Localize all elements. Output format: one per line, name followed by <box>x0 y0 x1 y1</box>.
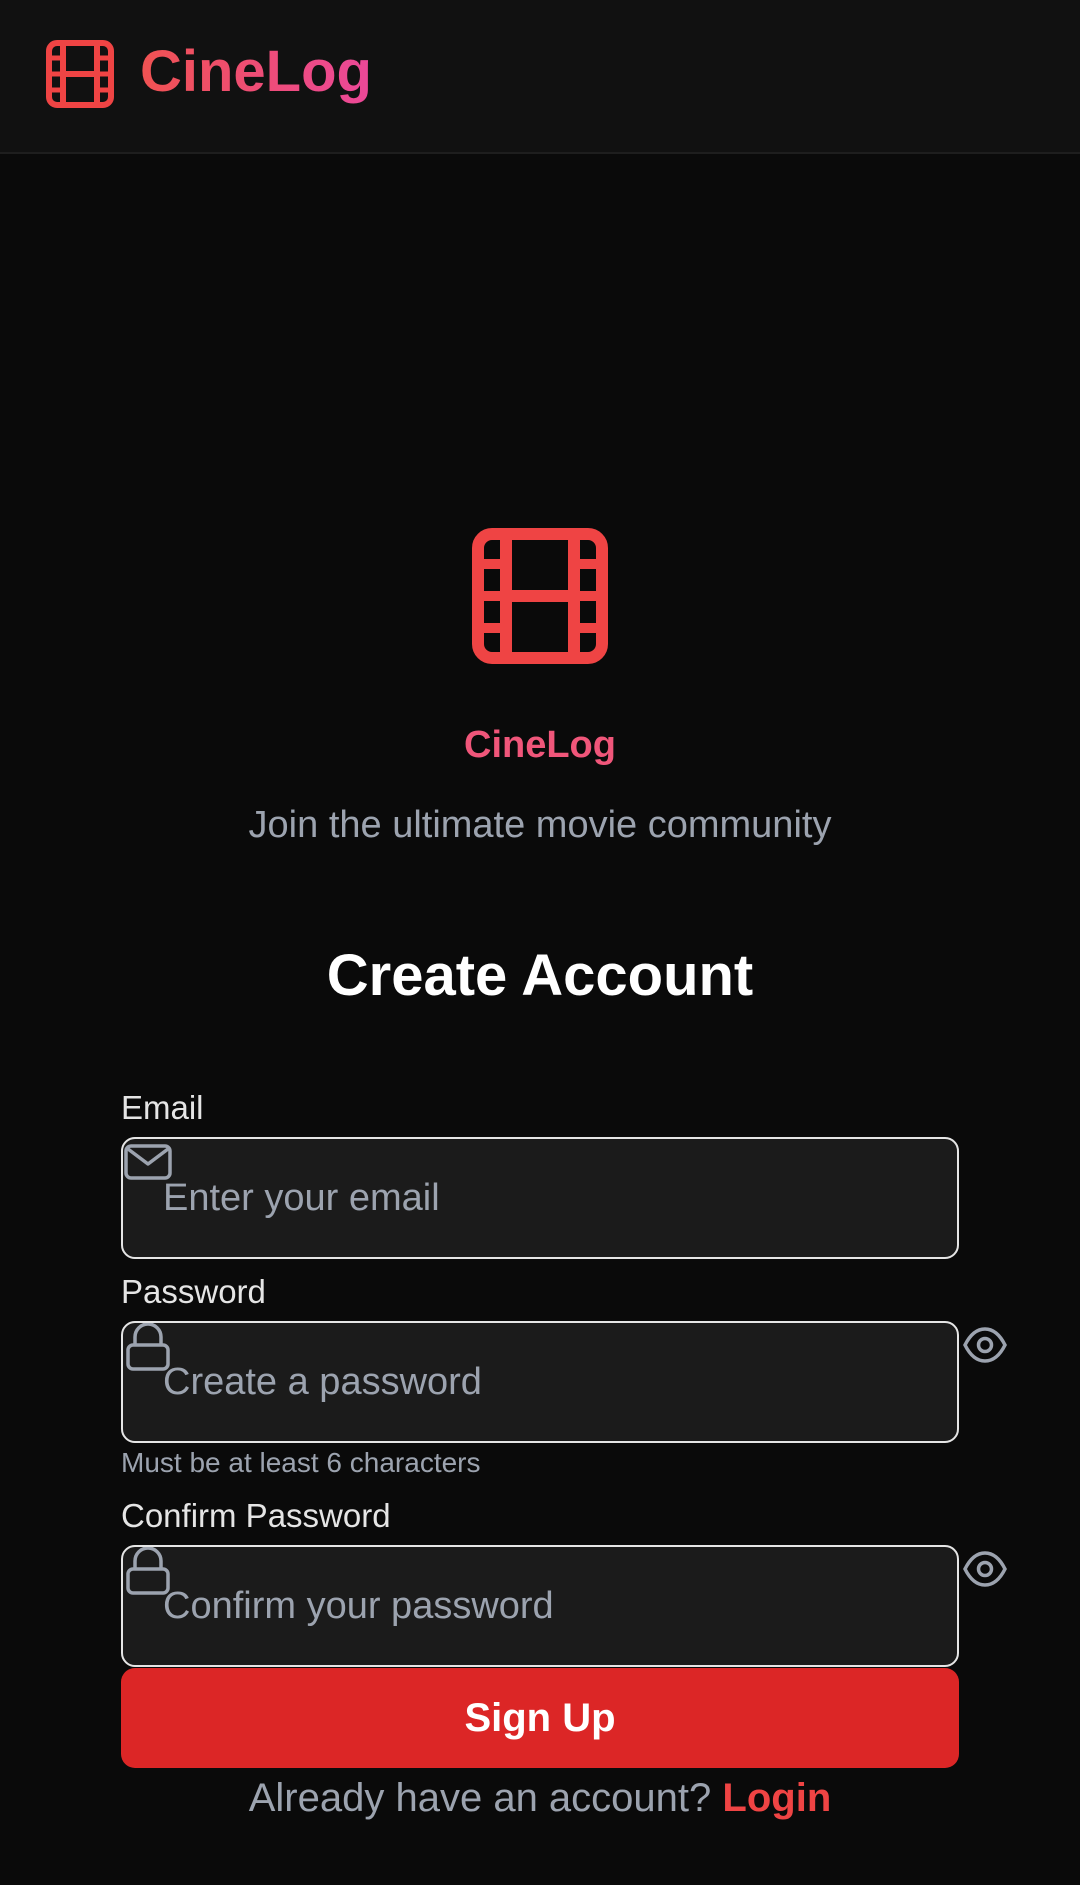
app-title[interactable]: CineLog <box>140 34 372 110</box>
login-prompt: Already have an account? Login <box>0 1772 1080 1824</box>
login-prompt-text: Already have an account? <box>248 1776 712 1820</box>
top-header: CineLog <box>0 0 1080 154</box>
confirm-password-placeholder: Confirm your password <box>163 1585 554 1627</box>
password-field[interactable]: Create a password <box>121 1321 959 1443</box>
email-placeholder: Enter your email <box>163 1177 440 1219</box>
brand-title: CineLog <box>464 724 616 766</box>
login-link[interactable]: Login <box>722 1776 831 1820</box>
form-title: Create Account <box>326 943 754 1008</box>
eye-icon[interactable] <box>962 1546 1008 1592</box>
film-icon[interactable] <box>46 40 114 108</box>
password-label: Password <box>121 1273 266 1310</box>
password-helper-text: Must be at least 6 characters <box>121 1447 481 1478</box>
confirm-password-label: Confirm Password <box>121 1497 391 1534</box>
brand-subtitle: Join the ultimate movie community <box>248 804 832 846</box>
sign-up-button[interactable]: Sign Up <box>121 1668 959 1768</box>
email-label: Email <box>121 1089 204 1126</box>
email-field[interactable]: Enter your email <box>121 1137 959 1259</box>
password-placeholder: Create a password <box>163 1361 482 1403</box>
eye-icon[interactable] <box>962 1322 1008 1368</box>
confirm-password-field[interactable]: Confirm your password <box>121 1545 959 1667</box>
film-icon <box>472 528 608 664</box>
